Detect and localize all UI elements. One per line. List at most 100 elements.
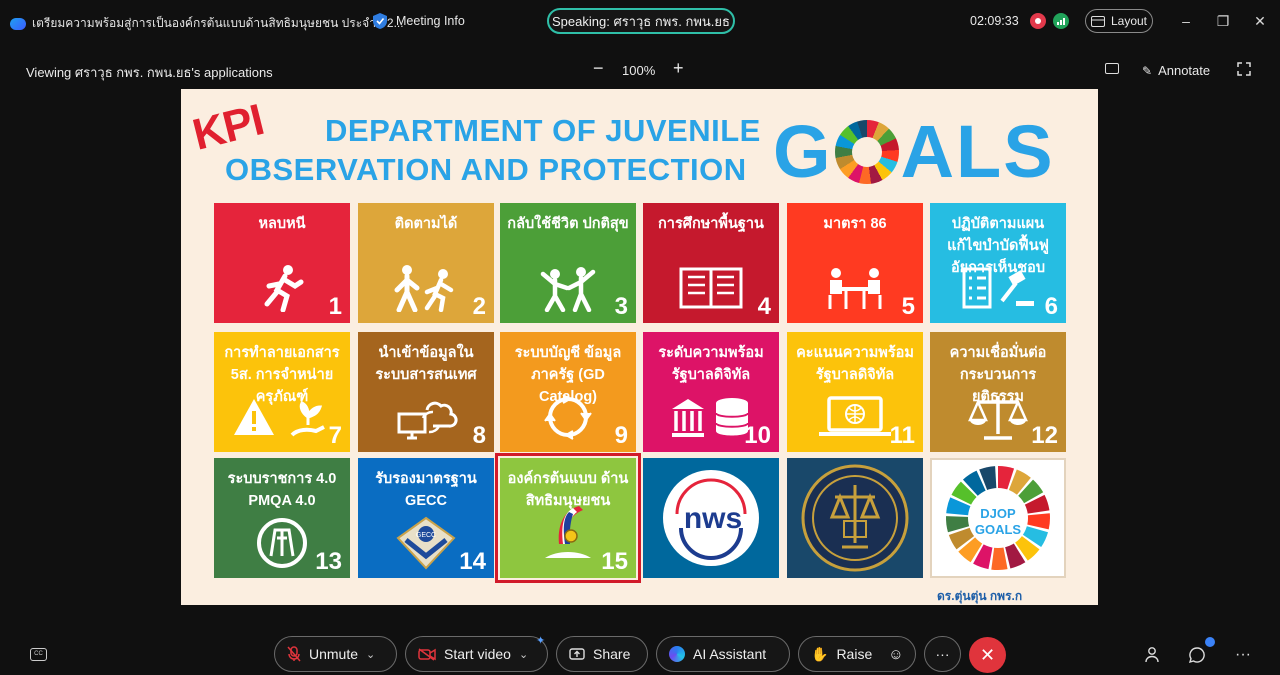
- person-icon: [1145, 647, 1159, 663]
- expand-icon[interactable]: [1237, 62, 1251, 76]
- active-speaker-badge: Speaking: ศราวุธ กพร. กพน.ยธ: [547, 8, 735, 34]
- hand-icon: ✋: [811, 645, 829, 662]
- leave-meeting-button[interactable]: ✕: [969, 637, 1006, 673]
- kpi-tile-number: 6: [1044, 293, 1058, 320]
- layout-button[interactable]: Layout: [1085, 9, 1153, 33]
- start-video-label: Start video: [444, 646, 511, 662]
- share-screen-icon: [569, 647, 585, 660]
- restore-icon[interactable]: ❐: [1214, 13, 1232, 30]
- sdg-wheel-icon: [834, 119, 899, 184]
- svg-text:nws: nws: [684, 502, 742, 535]
- close-icon: ✕: [979, 644, 996, 665]
- speaker-name: Speaking: ศราวุธ กพร. กพน.ยธ: [552, 13, 730, 29]
- kpi-tile-11: คะแนนความพร้อม รัฐบาลดิจิทัล 11: [787, 332, 923, 452]
- muted-mic-icon: [287, 646, 301, 662]
- slide-credit: ดร.ตุ่นตุ่น กพร.ก: [937, 589, 1023, 603]
- more-icon[interactable]: ···: [1232, 644, 1254, 666]
- kpi-tile-number: 15: [601, 548, 628, 575]
- kpi-tile-number: 3: [614, 293, 628, 320]
- chat-bubble-icon: [1188, 647, 1205, 664]
- remote-control-icon[interactable]: [1105, 63, 1119, 74]
- chat-icon[interactable]: [1186, 644, 1208, 666]
- minimize-icon[interactable]: –: [1177, 13, 1195, 29]
- meeting-timer: 02:09:33: [970, 14, 1019, 28]
- kpi-tile-8: นำเข้าข้อมูลใน ระบบสารสนเทศ 8: [358, 332, 494, 452]
- raise-hand-button[interactable]: ✋ Raise ☺: [798, 636, 916, 672]
- layout-icon: [1090, 15, 1105, 27]
- zoom-level[interactable]: 100%: [622, 63, 655, 78]
- more-options-button[interactable]: ···: [924, 636, 961, 672]
- ai-assistant-button[interactable]: AI Assistant: [656, 636, 790, 672]
- annotate-button[interactable]: ✎ Annotate: [1142, 63, 1210, 78]
- pen-icon: ✎: [1142, 63, 1153, 78]
- kpi-tile-number: 13: [315, 548, 342, 575]
- kpi-tile-number: 14: [459, 548, 486, 575]
- chevron-down-icon[interactable]: ⌄: [366, 648, 375, 661]
- kpi-tile-number: 4: [757, 293, 771, 320]
- kpi-tile-2: ติดตามได้ 2: [358, 203, 494, 323]
- recording-icon[interactable]: [1030, 13, 1046, 29]
- department-title-line1: DEPARTMENT OF JUVENILE: [325, 113, 761, 148]
- kpi-tile-number: 7: [328, 422, 342, 449]
- sparkle-icon: ✦: [536, 635, 546, 647]
- kpi-tile-3: กลับใช้ชีวิต ปกติสุข 3: [500, 203, 636, 323]
- unmute-button[interactable]: Unmute ⌄: [274, 636, 397, 672]
- kpi-tile-label: คะแนนความพร้อม รัฐบาลดิจิทัล: [796, 345, 914, 383]
- ellipsis-icon: ···: [935, 646, 950, 662]
- kpi-tile-12: ความเชื่อมั่นต่อ กระบวนการยุติธรรม 12: [930, 332, 1066, 452]
- kpi-heading: KPI: [187, 95, 269, 160]
- kpi-tile-label: กลับใช้ชีวิต ปกติสุข: [507, 216, 629, 232]
- kpi-tile-14: รับรองมาตรฐาน GECC GECC 14: [358, 458, 494, 578]
- share-button[interactable]: Share: [556, 636, 648, 672]
- start-video-button[interactable]: Start video ⌄: [405, 636, 548, 672]
- layout-label: Layout: [1110, 14, 1148, 28]
- unmute-label: Unmute: [309, 646, 359, 662]
- kpi-tile-number: 5: [901, 293, 915, 320]
- network-health-icon[interactable]: [1053, 13, 1069, 29]
- kpi-tile-number: 9: [614, 422, 628, 449]
- meeting-info-button[interactable]: Meeting Info: [372, 12, 465, 30]
- chevron-down-icon[interactable]: ⌄: [519, 648, 528, 661]
- kpi-tile-label: ระดับความพร้อม รัฐบาลดิจิทัล: [658, 345, 764, 383]
- closed-captions-icon[interactable]: CC: [30, 648, 47, 661]
- signal-bars-icon: [1057, 18, 1065, 25]
- zoom-out-icon[interactable]: −: [593, 58, 604, 79]
- close-icon[interactable]: ✕: [1251, 13, 1269, 30]
- kpi-tile-label: นำเข้าข้อมูลใน ระบบสารสนเทศ: [375, 345, 477, 383]
- ai-assistant-label: AI Assistant: [693, 646, 767, 662]
- kpi-tile-number: 2: [472, 293, 486, 320]
- kpi-tile-number: 11: [889, 422, 915, 449]
- kpi-tile-label: รับรองมาตรฐาน GECC: [375, 471, 477, 509]
- reactions-icon[interactable]: ☺: [888, 646, 903, 663]
- goals-letter-g: G: [773, 110, 833, 193]
- kpi-tile-13: ระบบราชการ 4.0 PMQA 4.0 13: [214, 458, 350, 578]
- kpi-tile-16: nws: [643, 458, 779, 578]
- nws-logo-icon: nws: [643, 458, 779, 578]
- kpi-tile-18: DJOP GOALS: [930, 458, 1066, 578]
- notification-dot: [1205, 637, 1215, 647]
- participants-icon[interactable]: [1142, 644, 1164, 666]
- title-bar: เตรียมความพร้อมสู่การเป็นองค์กรต้นแบบด้า…: [0, 0, 1280, 44]
- webex-logo-icon: [10, 17, 26, 30]
- kpi-tile-6: ปฏิบัติตามแผน แก้ไขบำบัดฟื้นฟู อัยการเห็…: [930, 203, 1066, 323]
- kpi-tile-1: หลบหนี 1: [214, 203, 350, 323]
- goals-letters-als: ALS: [900, 110, 1055, 193]
- video-off-icon: [418, 647, 436, 661]
- kpi-tile-15: องค์กรต้นแบบ ด้านสิทธิมนุษยชน 15: [495, 453, 641, 583]
- kpi-tile-number: 10: [744, 422, 771, 449]
- svg-text:GECC: GECC: [416, 532, 436, 539]
- kpi-tile-7: การทำลายเอกสาร 5ส. การจำหน่ายครุภัณฑ์ 7: [214, 332, 350, 452]
- viewing-label: Viewing ศราวุธ กพร. กพน.ยธ's application…: [26, 65, 273, 80]
- kpi-tile-5: มาตรา 86 5: [787, 203, 923, 323]
- meeting-info-label: Meeting Info: [396, 14, 465, 28]
- zoom-in-icon[interactable]: +: [673, 58, 684, 79]
- kpi-tile-label: มาตรา 86: [823, 216, 887, 232]
- kpi-tile-number: 1: [328, 293, 342, 320]
- kpi-tile-label: การศึกษาพื้นฐาน: [658, 216, 764, 232]
- ai-assistant-icon: [669, 646, 685, 662]
- shield-icon: [373, 13, 387, 29]
- meeting-title: เตรียมความพร้อมสู่การเป็นองค์กรต้นแบบด้า…: [10, 14, 404, 33]
- kpi-tile-number: 8: [472, 422, 486, 449]
- shared-slide: KPI DEPARTMENT OF JUVENILE OBSERVATION A…: [181, 89, 1098, 605]
- kpi-tile-17: [787, 458, 923, 578]
